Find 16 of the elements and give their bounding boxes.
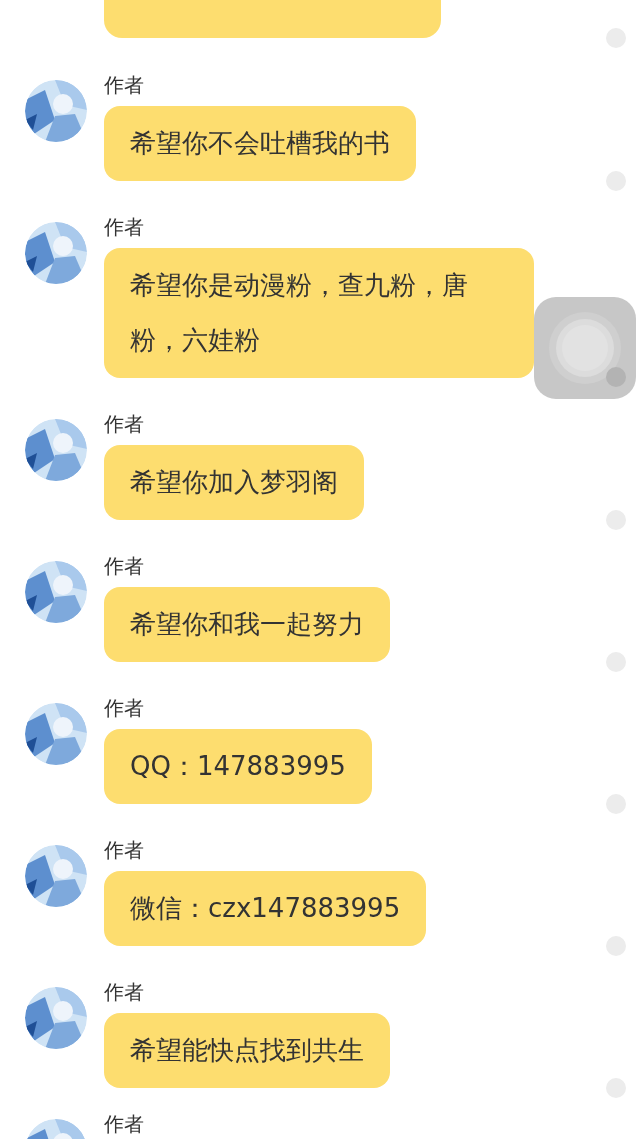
sender-name: 作者 [104,837,144,863]
sender-name: 作者 [104,1111,144,1137]
message-bubble: 希望你是动漫粉，查九粉，唐粉，六娃粉 [104,248,534,378]
sender-name: 作者 [104,695,144,721]
message-bubble: QQ：147883995 [104,729,372,804]
message-bubble: 希望你加入梦羽阁 [104,445,364,520]
message-bubble: 希望你和我一起努力 [104,587,390,662]
assistive-touch-button[interactable] [534,297,636,399]
sender-name: 作者 [104,979,144,1005]
sender-name: 作者 [104,72,144,98]
message-bubble: 希望能快点找到共生 [104,1013,390,1088]
message-bubble: 微信：czx147883995 [104,871,427,946]
sender-name: 作者 [104,411,144,437]
sender-name: 作者 [104,214,144,240]
message-bubble: 希望你不会吐槽我的书 [104,106,416,181]
sender-name: 作者 [104,553,144,579]
